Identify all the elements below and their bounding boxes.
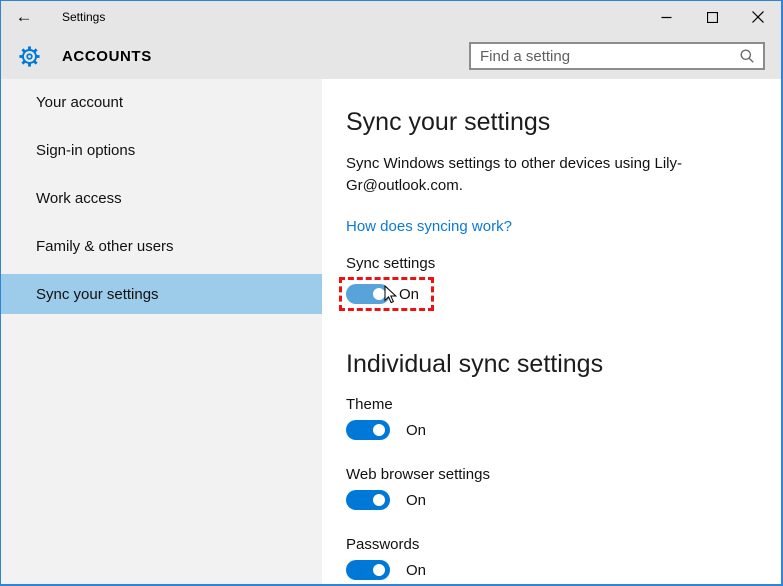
page-heading: Sync your settings <box>346 106 781 138</box>
main-content: Sync your settings Sync Windows settings… <box>322 79 781 584</box>
back-arrow-icon: ← <box>16 7 33 27</box>
sidebar-item-your-account[interactable]: Your account <box>1 82 322 122</box>
page-title: ACCOUNTS <box>62 48 152 65</box>
minimize-icon <box>661 12 672 23</box>
settings-window: ← Settings <box>0 0 783 586</box>
sidebar-item-sync-your-settings[interactable]: Sync your settings <box>1 274 322 314</box>
web-browser-settings-state: On <box>406 492 426 509</box>
close-button[interactable] <box>735 1 781 33</box>
theme-label: Theme <box>346 396 781 413</box>
search-input[interactable] <box>480 48 739 65</box>
sync-settings-label: Sync settings <box>346 255 781 272</box>
theme-state: On <box>406 422 426 439</box>
sidebar: Your account Sign-in options Work access… <box>1 79 322 584</box>
mouse-cursor-arrow <box>384 285 397 305</box>
web-browser-settings-label: Web browser settings <box>346 466 781 483</box>
how-syncing-works-link[interactable]: How does syncing work? <box>346 218 512 235</box>
sync-settings-row: On <box>346 277 781 311</box>
titlebar: ← Settings <box>1 1 781 33</box>
sync-settings-state: On <box>399 286 419 303</box>
search-icon[interactable] <box>739 48 755 64</box>
close-icon <box>752 11 764 23</box>
maximize-icon <box>707 12 718 23</box>
red-highlight-box: On <box>339 277 434 311</box>
sidebar-item-sign-in-options[interactable]: Sign-in options <box>1 130 322 170</box>
sidebar-item-family-other-users[interactable]: Family & other users <box>1 226 322 266</box>
passwords-label: Passwords <box>346 536 781 553</box>
web-browser-settings-toggle[interactable] <box>346 490 390 510</box>
passwords-state: On <box>406 562 426 579</box>
window-title: Settings <box>62 10 105 24</box>
app-body: Your account Sign-in options Work access… <box>1 79 781 584</box>
passwords-toggle[interactable] <box>346 560 390 580</box>
back-button[interactable]: ← <box>1 1 47 33</box>
sync-description: Sync Windows settings to other devices u… <box>346 153 766 197</box>
sidebar-item-work-access[interactable]: Work access <box>1 178 322 218</box>
toggle-knob <box>373 424 385 436</box>
passwords-row: On <box>346 560 781 580</box>
section-heading: Individual sync settings <box>346 348 781 380</box>
maximize-button[interactable] <box>689 1 735 33</box>
gear-icon <box>18 45 41 68</box>
search-box[interactable] <box>469 42 765 70</box>
minimize-button[interactable] <box>643 1 689 33</box>
web-browser-settings-row: On <box>346 490 781 510</box>
app-header: ACCOUNTS <box>1 33 781 79</box>
toggle-knob <box>373 494 385 506</box>
theme-toggle[interactable] <box>346 420 390 440</box>
theme-row: On <box>346 420 781 440</box>
toggle-knob <box>373 564 385 576</box>
